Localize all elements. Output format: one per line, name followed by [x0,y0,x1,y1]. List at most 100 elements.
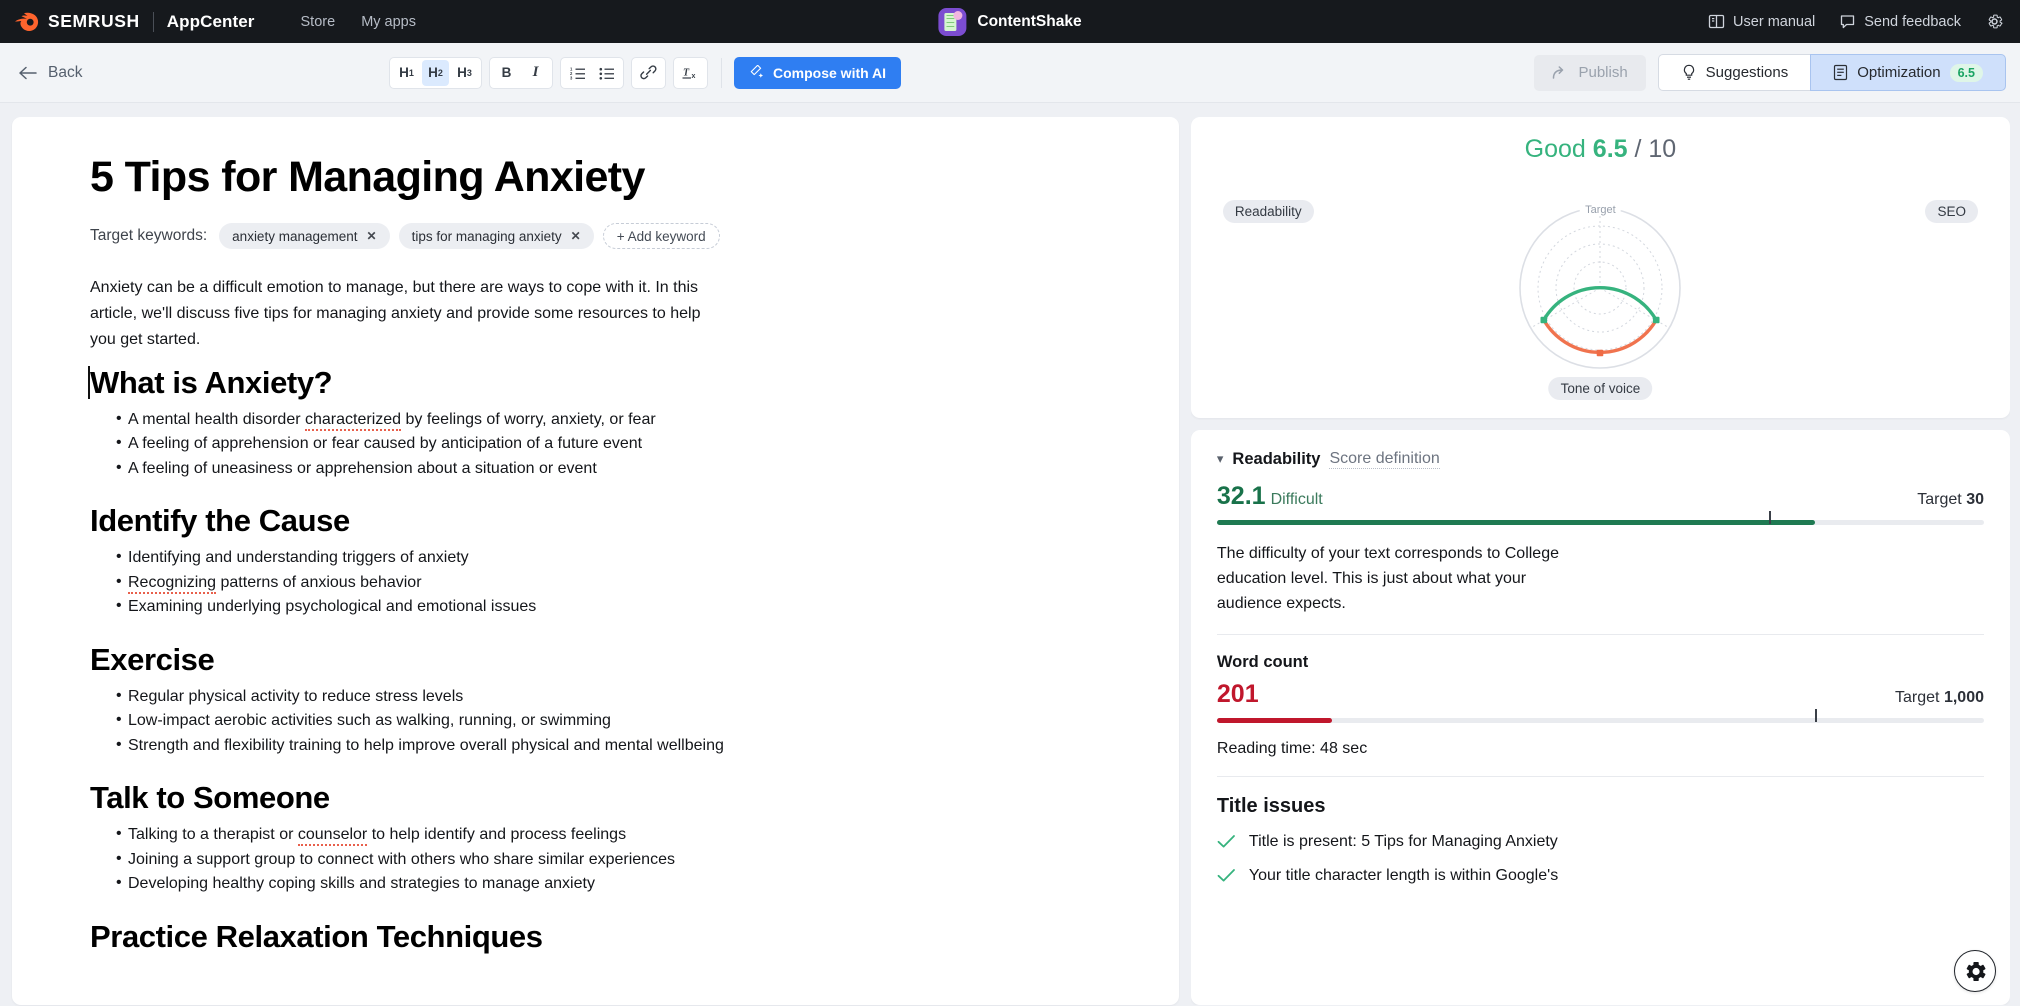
section-divider [1216,634,1984,636]
comment-icon [1841,15,1855,29]
list-item[interactable]: Low-impact aerobic activities such as wa… [90,710,1101,735]
keyword-text: tips for managing anxiety [411,228,562,244]
word-count-target: Target 1,000 [1895,689,1984,707]
link-button[interactable] [635,60,662,86]
publish-button[interactable]: Publish [1534,54,1646,91]
overall-score-card: Good 6.5 / 10 Readability SEO Tone of vo… [1190,117,2010,418]
clear-formatting-icon: T x [682,68,696,80]
list-item[interactable]: Recognizing patterns of anxious behavior [90,572,1101,597]
document-list: Talking to a therapist or counselor to h… [90,824,1101,898]
back-button[interactable]: Back [18,64,82,82]
document-heading[interactable]: Practice Relaxation Techniques [90,919,1101,955]
link-icon [640,65,657,80]
overall-score: Good 6.5 / 10 [1217,135,1984,164]
italic-button[interactable]: I [522,60,549,86]
heading-1-button[interactable]: H1 [393,60,420,86]
list-item[interactable]: Talking to a therapist or counselor to h… [90,824,1101,849]
optimization-score-badge: 6.5 [1949,63,1983,82]
tab-suggestions[interactable]: Suggestions [1657,54,1811,91]
document-icon [1834,64,1848,81]
target-keywords-label: Target keywords: [90,227,208,245]
remove-keyword-icon[interactable]: ✕ [367,229,377,243]
score-definition-link[interactable]: Score definition [1329,450,1440,469]
word-count-progress-bar [1216,709,1984,724]
nav-store[interactable]: Store [301,14,336,30]
readability-target-prefix: Target [1917,491,1962,508]
bold-button[interactable]: B [493,60,520,86]
score-max: / 10 [1634,135,1677,163]
document-heading[interactable]: Talk to Someone [90,780,1101,816]
clear-format-group: T x [673,56,708,89]
check-icon [1217,869,1235,882]
section-divider [1216,776,1984,778]
semrush-logo[interactable]: SEMRUSH [14,11,140,32]
chevron-down-icon[interactable]: ▾ [1217,452,1224,465]
gauge-axis-tone-of-voice[interactable]: Tone of voice [1548,377,1653,400]
title-issues-heading: Title issues [1216,795,1326,818]
panel-tabs: Suggestions Optimization 6.5 [1657,54,2006,91]
optimization-details-card: ▾ Readability Score definition 32.1 Diffi… [1190,430,2010,1005]
ordered-list-button[interactable]: 1 2 3 [564,60,591,86]
share-arrow-icon [1553,65,1564,79]
document-heading[interactable]: What is Anxiety? [88,365,1101,401]
list-item[interactable]: Regular physical activity to reduce stre… [90,686,1101,711]
spellcheck-word[interactable]: Recognizing [128,573,217,594]
tab-optimization[interactable]: Optimization 6.5 [1810,54,2006,91]
compose-with-ai-button[interactable]: Compose with AI [734,56,902,89]
nav-my-apps[interactable]: My apps [361,14,416,30]
clear-formatting-button[interactable]: T x [677,60,704,86]
remove-keyword-icon[interactable]: ✕ [571,229,581,243]
spellcheck-word[interactable]: counselor [297,826,368,847]
user-manual-button[interactable]: User manual [1708,13,1815,30]
keyword-chip[interactable]: anxiety management ✕ [219,223,390,250]
list-item[interactable]: Strength and flexibility training to hel… [90,735,1101,760]
reading-time: Reading time: 48 sec [1216,740,1368,758]
heading-3-button[interactable]: H3 [451,60,478,86]
appcenter-label: AppCenter [166,11,255,31]
main-area: 5 Tips for Managing Anxiety Target keywo… [0,103,2020,1005]
score-word: Good [1524,135,1586,163]
readability-qualifier: Difficult [1270,491,1323,508]
brand-divider [152,11,154,32]
list-item[interactable]: Developing healthy coping skills and str… [90,873,1101,898]
readability-title: Readability [1232,450,1321,468]
bullet-list-icon [599,67,614,80]
score-value: 6.5 [1592,135,1628,163]
readability-value-group: 32.1 Difficult [1217,482,1323,511]
document-list: Identifying and understanding triggers o… [90,547,1101,621]
add-keyword-button[interactable]: + Add keyword [602,223,720,250]
list-item[interactable]: Joining a support group to connect with … [90,849,1101,874]
send-feedback-button[interactable]: Send feedback [1839,13,1961,30]
heading-group: H1 H2 H3 [389,56,482,89]
top-nav: Store My apps [301,14,416,30]
list-item[interactable]: A feeling of apprehension or fear caused… [90,433,1101,458]
list-item[interactable]: A mental health disorder characterized b… [90,409,1101,434]
bullet-list-button[interactable] [593,60,620,86]
keyword-chip[interactable]: tips for managing anxiety ✕ [398,223,594,250]
gear-icon [1988,14,2004,29]
document-list: A mental health disorder characterized b… [90,409,1101,483]
document-heading[interactable]: Identify the Cause [90,503,1101,539]
gauge-axis-readability[interactable]: Readability [1222,200,1314,223]
list-item[interactable]: Examining underlying psychological and e… [90,596,1101,621]
readability-section-header: ▾ Readability Score definition [1217,450,1984,469]
list-item[interactable]: A feeling of uneasiness or apprehension … [90,458,1101,483]
toolbar-divider [721,57,722,88]
score-gauge: Readability SEO Tone of voice Target [1217,174,1984,400]
list-item[interactable]: Identifying and understanding triggers o… [90,547,1101,572]
document-intro-paragraph[interactable]: Anxiety can be a difficult emotion to ma… [90,275,730,353]
send-feedback-label: Send feedback [1864,13,1961,30]
title-issue-text: Your title character length is within Go… [1248,867,1559,885]
readability-target-tick [1769,511,1771,524]
gauge-axis-seo[interactable]: SEO [1925,200,1978,223]
floating-settings-button[interactable] [1954,950,1996,992]
document-heading[interactable]: Exercise [90,642,1101,678]
lightbulb-icon [1683,64,1694,80]
spellcheck-word[interactable]: characterized [305,410,402,431]
document-title[interactable]: 5 Tips for Managing Anxiety [90,153,1101,201]
heading-2-button[interactable]: H2 [422,59,449,86]
brand-zone: SEMRUSH AppCenter Store My apps [0,11,416,32]
document-editor[interactable]: 5 Tips for Managing Anxiety Target keywo… [12,117,1179,1005]
header-settings-button[interactable] [1985,12,2004,31]
word-count-target-prefix: Target [1895,689,1940,707]
